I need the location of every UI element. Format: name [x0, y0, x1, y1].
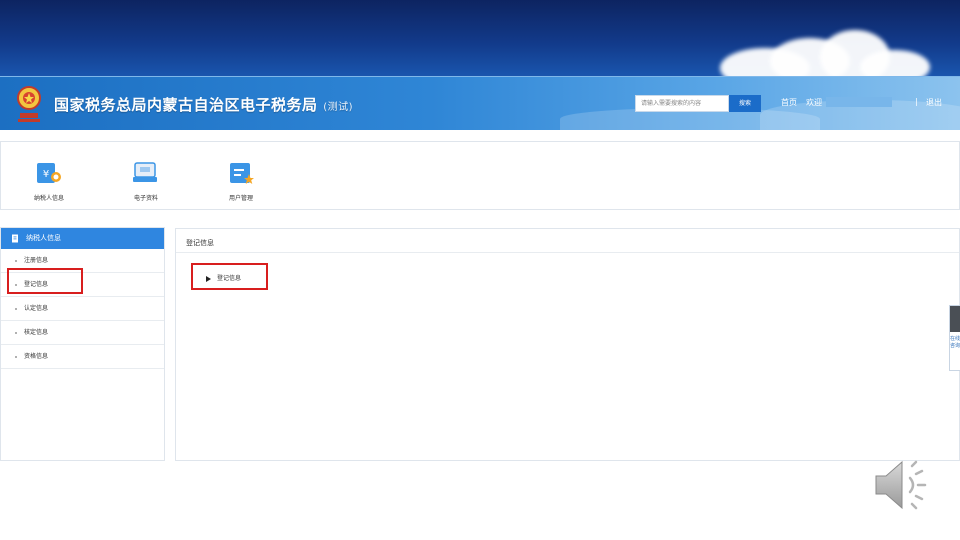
quick-nav-electronic-docs[interactable]: 电子资料 [111, 160, 181, 202]
site-title-suffix: (测试) [323, 102, 354, 113]
tax-emblem-icon [17, 86, 41, 122]
highlight-box-tree-item [191, 263, 268, 290]
quick-nav-label: 纳税人信息 [33, 195, 64, 202]
main-panel-title: 登记信息 [186, 239, 214, 247]
highlight-box-sidebar [7, 268, 83, 294]
search-input[interactable]: 请输入需要搜索的内容 [635, 95, 729, 112]
bullet-icon [15, 331, 17, 334]
top-banner [0, 0, 960, 78]
quick-nav-label: 用户管理 [228, 195, 253, 202]
username-redacted [826, 97, 892, 107]
sidebar-item-certification[interactable]: 认定信息 [1, 297, 164, 321]
sidebar-item-label: 核定信息 [24, 329, 49, 336]
quick-nav-taxpayer-info[interactable]: ¥ 纳税人信息 [14, 160, 84, 202]
bullet-icon [15, 259, 17, 262]
site-title-text: 国家税务总局内蒙古自治区电子税务局 [54, 96, 318, 114]
home-link[interactable]: 首页 [781, 97, 797, 108]
welcome-text: 欢迎 [806, 98, 822, 107]
sidebar-header-label: 纳税人信息 [26, 234, 61, 242]
page: 国家税务总局内蒙古自治区电子税务局 (测试) 请输入需要搜索的内容 搜索 首页 … [0, 0, 960, 540]
bullet-icon [15, 307, 17, 310]
quick-nav-label: 电子资料 [133, 195, 158, 202]
user-management-icon [230, 163, 254, 184]
online-consult-tab[interactable]: 在线咨询 [949, 305, 960, 371]
logout-link[interactable]: 退出 [926, 97, 942, 108]
sidebar-item-qualification[interactable]: 资格信息 [1, 345, 164, 369]
sidebar-header: 纳税人信息 [1, 228, 164, 249]
sidebar-item-label: 资格信息 [24, 353, 49, 360]
quick-nav-panel: ¥ 纳税人信息 电子资料 用户管理 [0, 141, 960, 210]
tab-handle [950, 306, 960, 332]
divider [176, 252, 959, 253]
sidebar-item-label: 认定信息 [24, 305, 49, 312]
quick-nav-user-management[interactable]: 用户管理 [206, 160, 276, 202]
header-separator: | [915, 97, 918, 106]
sidebar-item-assessment[interactable]: 核定信息 [1, 321, 164, 345]
online-consult-label: 在线咨询 [950, 336, 960, 349]
electronic-docs-icon [133, 162, 157, 182]
svg-text:¥: ¥ [43, 169, 49, 180]
bullet-icon [15, 355, 17, 358]
cloud-decoration [860, 50, 930, 78]
document-icon [12, 234, 18, 242]
sidebar: 纳税人信息 注册信息 登记信息 认定信息 核定信息 资格信息 [0, 227, 165, 461]
site-title: 国家税务总局内蒙古自治区电子税务局 (测试) [54, 94, 353, 115]
taxpayer-info-icon: ¥ [37, 163, 61, 183]
sidebar-item-label: 注册信息 [24, 257, 49, 264]
site-header: 国家税务总局内蒙古自治区电子税务局 (测试) 请输入需要搜索的内容 搜索 首页 … [0, 76, 960, 130]
search-button[interactable]: 搜索 [729, 95, 761, 112]
main-content-panel: 登记信息 登记信息 [175, 228, 960, 461]
speaker-icon[interactable] [872, 456, 934, 514]
